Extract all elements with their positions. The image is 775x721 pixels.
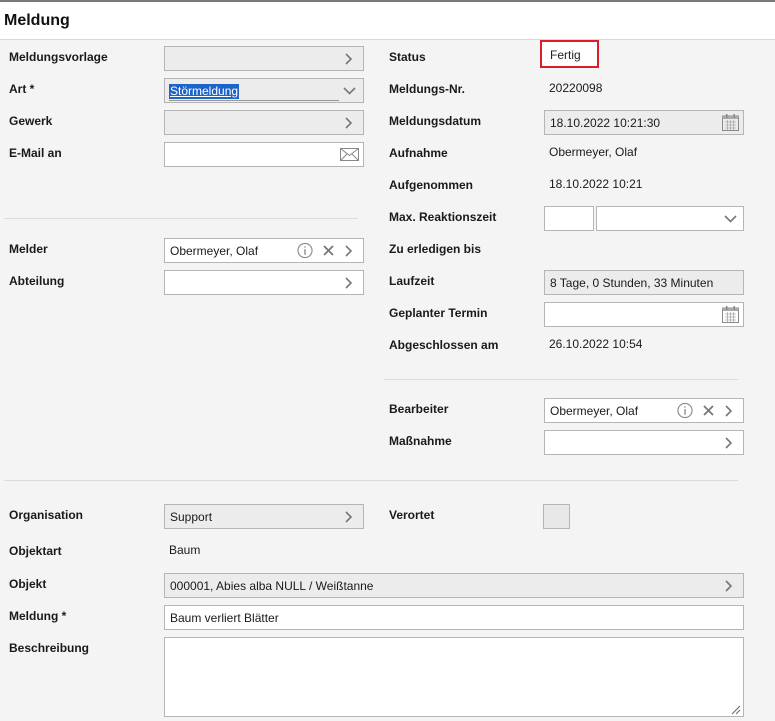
chevron-down-icon[interactable] <box>341 82 357 99</box>
page-title: Meldung <box>4 12 70 29</box>
abgeschlossen-label: Abgeschlossen am <box>389 338 499 352</box>
resize-grip-icon[interactable] <box>731 704 741 715</box>
verortet-label: Verortet <box>389 508 435 522</box>
page-header: Meldung <box>0 2 775 40</box>
bearbeiter-value: Obermeyer, Olaf <box>550 404 639 418</box>
envelope-icon[interactable] <box>339 146 359 163</box>
meldungs-nr-label: Meldungs-Nr. <box>389 82 466 96</box>
beschreibung-label: Beschreibung <box>9 641 90 655</box>
verortet-checkbox[interactable] <box>543 504 570 529</box>
status-value: Fertig <box>550 48 581 62</box>
meldung-value: Baum verliert Blätter <box>170 611 279 625</box>
melder-label: Melder <box>9 242 48 256</box>
meldung-form: Meldungsvorlage Art * Störmeldung Gewerk… <box>0 40 775 721</box>
laufzeit-field: 8 Tage, 0 Stunden, 33 Minuten <box>544 270 744 295</box>
chevron-down-icon[interactable] <box>722 210 738 227</box>
email-field[interactable] <box>164 142 364 167</box>
objekt-value: 000001, Abies alba NULL / Weißtanne <box>170 579 374 593</box>
chevron-right-icon[interactable] <box>341 50 357 67</box>
reaktionszeit-label: Max. Reaktionszeit <box>389 210 497 224</box>
calendar-icon[interactable] <box>721 114 740 131</box>
aufnahme-label: Aufnahme <box>389 146 448 160</box>
status-label: Status <box>389 50 426 64</box>
clear-icon[interactable] <box>320 242 336 259</box>
chevron-right-icon[interactable] <box>721 577 737 594</box>
abteilung-field[interactable] <box>164 270 364 295</box>
info-icon[interactable] <box>297 242 313 259</box>
abgeschlossen-value: 26.10.2022 10:54 <box>549 337 643 351</box>
gewerk-label: Gewerk <box>9 114 53 128</box>
chevron-right-icon[interactable] <box>341 242 357 259</box>
objekt-label: Objekt <box>9 577 47 591</box>
massnahme-label: Maßnahme <box>389 434 452 448</box>
reaktionszeit-number-input[interactable] <box>544 206 594 231</box>
left-separator-1 <box>4 218 358 219</box>
art-label: Art * <box>9 82 35 96</box>
melder-field[interactable]: Obermeyer, Olaf <box>164 238 364 263</box>
meldungsdatum-value: 18.10.2022 10:21:30 <box>550 116 661 130</box>
email-label: E-Mail an <box>9 146 62 160</box>
reaktionszeit-unit-select[interactable] <box>596 206 744 231</box>
meldungs-nr-value: 20220098 <box>549 81 603 95</box>
meldung-label: Meldung * <box>9 609 67 623</box>
info-icon[interactable] <box>677 402 693 419</box>
meldungsvorlage-field[interactable] <box>164 46 364 71</box>
laufzeit-label: Laufzeit <box>389 274 435 288</box>
chevron-right-icon[interactable] <box>721 402 737 419</box>
aufgenommen-value: 18.10.2022 10:21 <box>549 177 643 191</box>
status-badge: Fertig <box>540 40 599 68</box>
chevron-right-icon[interactable] <box>341 114 357 131</box>
beschreibung-textarea[interactable] <box>164 637 744 717</box>
objektart-value: Baum <box>169 543 201 557</box>
calendar-icon[interactable] <box>721 306 740 323</box>
aufnahme-value: Obermeyer, Olaf <box>549 145 638 159</box>
melder-value: Obermeyer, Olaf <box>170 244 259 258</box>
chevron-right-icon[interactable] <box>721 434 737 451</box>
art-value: Störmeldung <box>169 84 240 99</box>
zu-erledigen-label: Zu erledigen bis <box>389 242 482 256</box>
aufgenommen-label: Aufgenommen <box>389 178 473 192</box>
bearbeiter-field[interactable]: Obermeyer, Olaf <box>544 398 744 423</box>
geplanter-termin-field[interactable] <box>544 302 744 327</box>
meldungsvorlage-label: Meldungsvorlage <box>9 50 108 64</box>
chevron-right-icon[interactable] <box>341 508 357 525</box>
geplanter-termin-label: Geplanter Termin <box>389 306 488 320</box>
meldung-input[interactable]: Baum verliert Blätter <box>164 605 744 630</box>
laufzeit-value: 8 Tage, 0 Stunden, 33 Minuten <box>550 276 714 290</box>
massnahme-field[interactable] <box>544 430 744 455</box>
right-separator-1 <box>384 379 738 380</box>
chevron-right-icon[interactable] <box>341 274 357 291</box>
art-underline <box>169 100 339 101</box>
art-select[interactable]: Störmeldung <box>164 78 364 103</box>
organisation-field[interactable]: Support <box>164 504 364 529</box>
organisation-value: Support <box>170 510 213 524</box>
bearbeiter-label: Bearbeiter <box>389 402 449 416</box>
abteilung-label: Abteilung <box>9 274 65 288</box>
meldungsdatum-field[interactable]: 18.10.2022 10:21:30 <box>544 110 744 135</box>
clear-icon[interactable] <box>700 402 716 419</box>
meldungsdatum-label: Meldungsdatum <box>389 114 481 128</box>
organisation-label: Organisation <box>9 508 84 522</box>
gewerk-field[interactable] <box>164 110 364 135</box>
objekt-field[interactable]: 000001, Abies alba NULL / Weißtanne <box>164 573 744 598</box>
objektart-label: Objektart <box>9 544 62 558</box>
section-separator <box>4 480 738 481</box>
